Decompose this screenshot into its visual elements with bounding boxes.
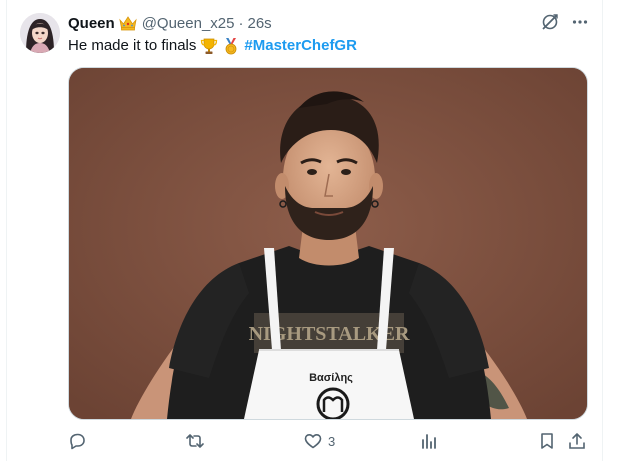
separator-dot: ·	[238, 14, 244, 32]
like-count: 3	[328, 433, 336, 449]
more-icon[interactable]	[570, 12, 590, 32]
reply-icon	[70, 433, 85, 450]
post-header: Queen @Queen_x25 · 26s	[68, 13, 272, 33]
share-icon	[569, 433, 585, 449]
bookmark-icon	[541, 433, 553, 449]
hashtag-link[interactable]: #MasterChefGR	[244, 36, 357, 56]
timeline-border-left	[6, 0, 7, 461]
views-button[interactable]	[420, 431, 438, 451]
views-icon	[422, 434, 436, 449]
display-name[interactable]: Queen	[68, 15, 115, 32]
post-top-actions	[540, 12, 590, 32]
repost-icon	[186, 434, 204, 448]
user-handle[interactable]: @Queen_x25	[142, 15, 235, 32]
crown-emoji-icon	[119, 15, 137, 31]
reply-button[interactable]	[68, 431, 86, 451]
share-button[interactable]	[568, 431, 586, 451]
repost-button[interactable]	[186, 431, 204, 451]
post-body: He made it to finals	[68, 37, 197, 54]
post-action-bar: 3	[68, 431, 588, 451]
post-image[interactable]: NIGHTSTALKER Βασίλης	[68, 67, 588, 420]
post-text: He made it to finals #MasterChefGR	[68, 36, 357, 56]
avatar[interactable]	[20, 13, 60, 53]
grok-icon[interactable]	[540, 12, 560, 32]
heart-icon	[304, 434, 322, 449]
medal-emoji-icon	[222, 37, 240, 55]
timeline-border-right	[602, 0, 603, 461]
post-timestamp[interactable]: 26s	[247, 15, 271, 32]
trophy-emoji-icon	[200, 37, 218, 55]
bookmark-button[interactable]	[538, 431, 556, 451]
photo-chef-portrait: NIGHTSTALKER Βασίλης	[69, 68, 587, 419]
like-button[interactable]: 3	[304, 431, 335, 451]
avatar-illustration	[20, 13, 60, 53]
apron-name-text: Βασίλης	[309, 372, 353, 384]
